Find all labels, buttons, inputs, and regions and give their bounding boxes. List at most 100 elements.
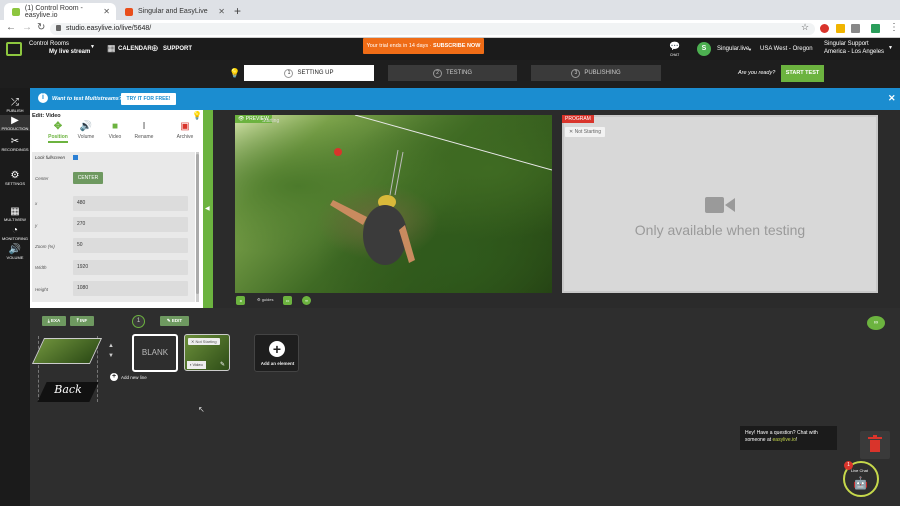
back-arrow-icon[interactable]: ←: [6, 22, 16, 33]
trash-button[interactable]: [860, 431, 890, 459]
extension-icon[interactable]: [851, 24, 860, 33]
step-testing[interactable]: 2 TESTING: [388, 65, 517, 81]
sidebar-item-publish[interactable]: ⤮ PUBLISH: [0, 97, 30, 113]
move-down-icon[interactable]: ▼: [108, 353, 114, 359]
close-icon[interactable]: ✕: [888, 93, 896, 104]
chat-icon[interactable]: 💬: [669, 41, 680, 52]
forward-arrow-icon[interactable]: →: [22, 22, 32, 33]
stream-selector[interactable]: My live stream: [49, 49, 90, 55]
support-link[interactable]: SUPPORT: [163, 46, 192, 52]
width-label: Width: [35, 265, 47, 270]
preview-link-icon[interactable]: ∞: [302, 296, 311, 305]
link-icon[interactable]: ∞: [867, 316, 885, 330]
mouse-cursor-icon: ↖: [198, 405, 205, 414]
sidebar-label: MONITORING: [2, 236, 28, 241]
import-button[interactable]: ⤒ INF: [70, 316, 94, 326]
x-input[interactable]: 480: [73, 196, 188, 211]
blank-element-card[interactable]: BLANK: [132, 334, 178, 372]
tool-volume[interactable]: 🔊 Volume: [73, 121, 99, 140]
extension-icon[interactable]: [820, 24, 829, 33]
trial-text: Your trial ends in 14 days ·: [366, 43, 434, 49]
browser-menu-icon[interactable]: ⋮: [889, 22, 899, 33]
preview-screen-icon[interactable]: ▭: [283, 296, 292, 305]
chevron-down-icon[interactable]: ▼: [888, 45, 893, 51]
chat-line1: Hey! Have a question? Chat with: [745, 430, 818, 436]
import-label: INF: [80, 318, 88, 323]
avatar[interactable]: S: [697, 42, 711, 56]
step-setting-up[interactable]: 1 SETTING UP: [244, 65, 374, 81]
sidebar-label: PUBLISH: [6, 108, 24, 113]
subscribe-link[interactable]: SUBSCRIBE NOW: [433, 43, 480, 49]
url-field[interactable]: studio.easylive.io/live/5648/: [50, 23, 815, 35]
collapse-panel-strip[interactable]: ◀: [203, 110, 213, 308]
extension-icon[interactable]: [836, 24, 845, 33]
browser-tab-control-room[interactable]: (1) Control Room - easylive.io ✕: [4, 3, 116, 20]
tool-rename[interactable]: I Rename: [131, 121, 157, 140]
trial-banner[interactable]: Your trial ends in 14 days · SUBSCRIBE N…: [363, 38, 484, 54]
volume-icon: 🔊: [79, 121, 93, 132]
tool-label: Archive: [176, 134, 194, 140]
preview-audio-icon[interactable]: ◂: [236, 296, 245, 305]
video-icon: ■: [111, 121, 119, 132]
edit-title: Edit: Video: [32, 113, 61, 119]
easylive-logo-icon[interactable]: [6, 42, 22, 56]
height-label: Height: [35, 287, 49, 292]
bookmark-star-icon[interactable]: ☆: [801, 22, 809, 33]
add-new-line-link[interactable]: Add new line: [121, 375, 147, 380]
step-publishing[interactable]: 3 PUBLISHING: [531, 65, 661, 81]
user-menu[interactable]: Singular.live: [717, 46, 749, 52]
add-line-icon[interactable]: +: [110, 373, 118, 381]
start-test-button[interactable]: START TEST: [781, 65, 824, 82]
robot-icon: 🤖: [853, 476, 868, 490]
browser-tab-singular[interactable]: Singular and EasyLive ✕: [117, 3, 231, 20]
tool-archive[interactable]: ▣ Archive: [172, 121, 198, 140]
chat-label: CHAT: [670, 53, 680, 57]
timezone: America - Los Angeles: [824, 49, 885, 55]
sidebar-item-multiview[interactable]: ▦ MULTIVIEW: [0, 206, 30, 222]
close-tab-icon[interactable]: ✕: [103, 7, 110, 16]
tool-video[interactable]: ■ Video: [102, 121, 128, 140]
chevron-down-icon[interactable]: ▼: [90, 44, 95, 50]
eye-icon: 👁: [238, 116, 246, 122]
layer-thumbnail[interactable]: [31, 338, 103, 364]
chat-link[interactable]: easylive.io: [773, 437, 796, 443]
zipline-scene-image: [330, 115, 552, 265]
close-tab-icon[interactable]: ✕: [218, 7, 225, 16]
y-input[interactable]: 270: [73, 217, 188, 232]
control-rooms-label[interactable]: Control Rooms: [29, 41, 69, 47]
height-input[interactable]: 1080: [73, 281, 188, 296]
lock-fullscreen-checkbox[interactable]: [73, 155, 78, 160]
video-element-card[interactable]: ✕ Not Starting ▪ Video ✎: [184, 334, 230, 371]
region-selector[interactable]: USA West - Oregon: [760, 46, 813, 52]
sidebar-item-volume[interactable]: 🔊 VOLUME: [0, 244, 30, 260]
camera-icon: ▶: [11, 115, 19, 126]
reload-icon[interactable]: ↻: [37, 22, 45, 33]
extension-icon[interactable]: [871, 24, 880, 33]
guides-toggle[interactable]: ⚙ guides: [257, 297, 274, 302]
sidebar-item-recordings[interactable]: ✂ RECORDINGS: [0, 136, 30, 152]
edit-button[interactable]: ✎ EDIT: [160, 316, 189, 326]
sidebar-item-monitoring[interactable]: ◔ MONITORING: [0, 225, 30, 241]
back-label: Back: [54, 383, 82, 396]
preview-video[interactable]: [235, 115, 552, 293]
center-button[interactable]: CENTER: [73, 172, 103, 184]
move-up-icon[interactable]: ▲: [108, 343, 114, 349]
zoom-input[interactable]: 50: [73, 238, 188, 253]
singular-favicon-icon: [125, 7, 133, 16]
add-element-card[interactable]: + Add an element: [254, 334, 299, 372]
tool-position[interactable]: ✥ Position: [45, 121, 71, 143]
calendar-link[interactable]: CALENDAR: [118, 46, 152, 52]
sidebar-item-production[interactable]: ▶ PRODUCTION: [0, 115, 30, 131]
chevron-left-icon[interactable]: ◀: [205, 205, 210, 212]
pencil-icon[interactable]: ✎: [220, 361, 225, 368]
add-element-icon: +: [269, 341, 285, 357]
scrollbar-thumb[interactable]: [196, 154, 199, 294]
try-free-button[interactable]: TRY IT FOR FREE!: [121, 93, 176, 105]
lightbulb-icon[interactable]: 💡: [192, 111, 202, 120]
new-tab-icon[interactable]: +: [234, 4, 241, 18]
sidebar-item-settings[interactable]: ⚙ SETTINGS: [0, 170, 30, 186]
width-input[interactable]: 1920: [73, 260, 188, 275]
export-button[interactable]: ⤓ EXA: [42, 316, 66, 326]
chevron-down-icon[interactable]: ▼: [748, 47, 752, 52]
step-number: 1: [284, 69, 294, 78]
